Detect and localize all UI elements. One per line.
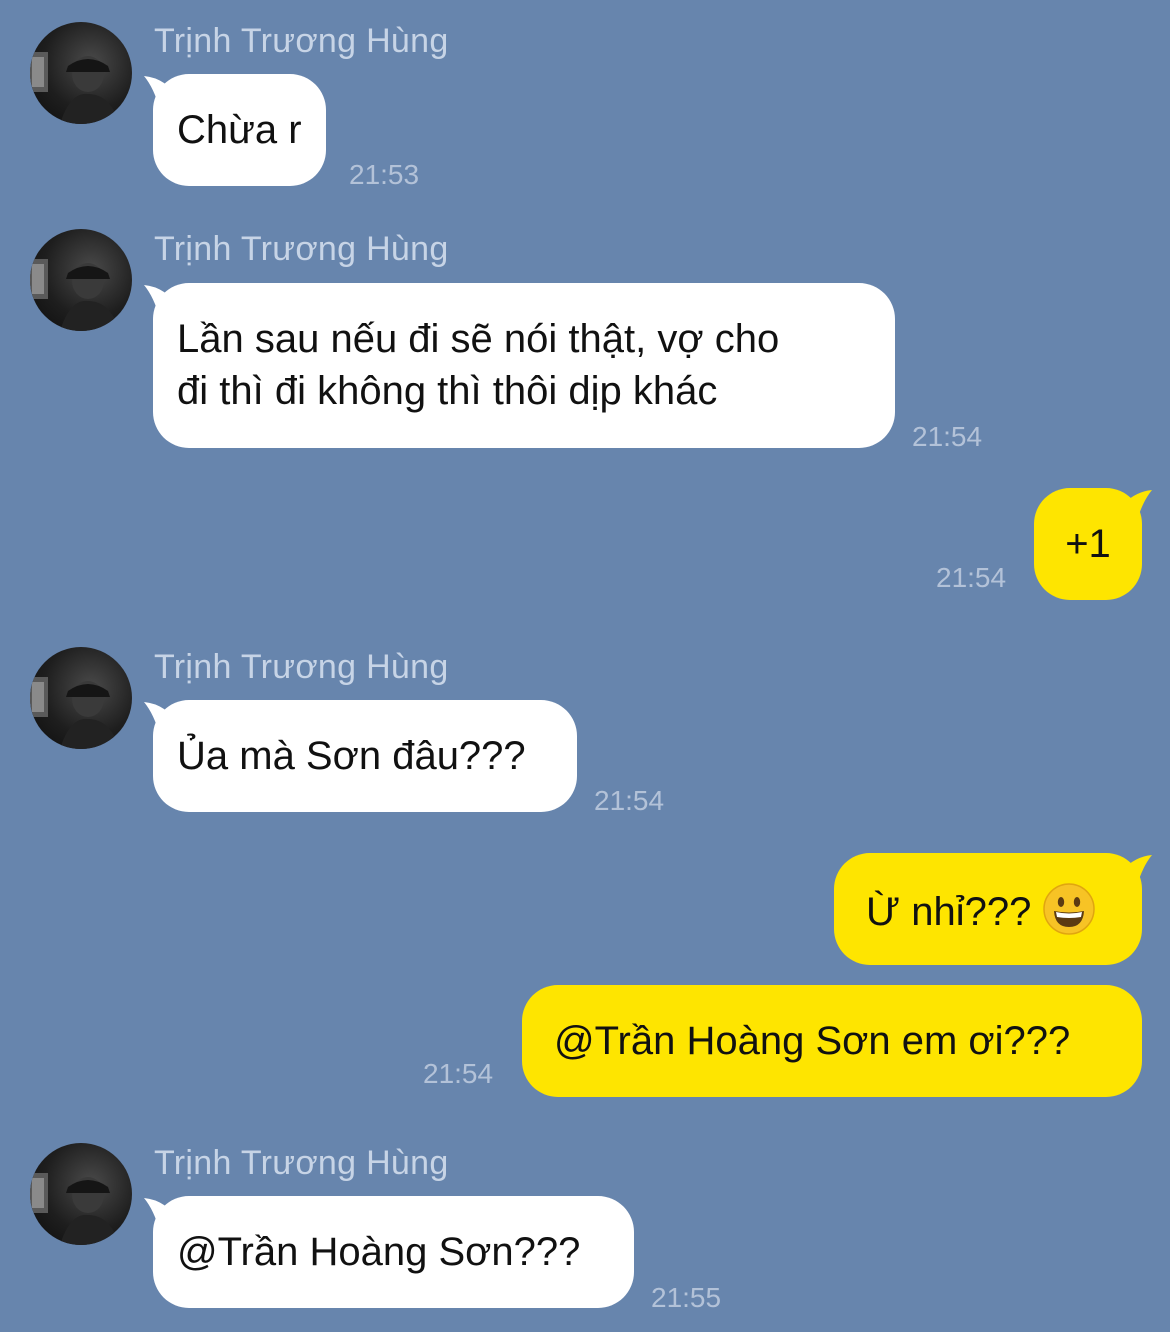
sender-avatar[interactable]	[30, 22, 132, 124]
message-text: Ừ nhỉ???	[866, 890, 1032, 934]
avatar-photo-icon	[30, 259, 120, 331]
message-text: @Trần Hoàng Sơn???	[177, 1230, 581, 1274]
sender-avatar[interactable]	[30, 229, 132, 331]
message-timestamp: 21:54	[912, 421, 983, 452]
outgoing-message-bubble[interactable]: @Trần Hoàng Sơn em ơi???	[522, 985, 1142, 1097]
message-timestamp: 21:53	[349, 159, 420, 190]
message-text: Ủa mà Sơn đâu???	[177, 734, 526, 778]
message-timestamp: 21:54	[936, 562, 1007, 593]
grinning-face-emoji-icon	[1043, 883, 1096, 935]
avatar-photo-icon	[30, 52, 120, 124]
sender-name: Trịnh Trương Hùng	[154, 648, 449, 686]
incoming-message-bubble[interactable]: Lần sau nếu đi sẽ nói thật, vợ cho đi th…	[153, 283, 895, 448]
avatar-photo-icon	[30, 677, 120, 749]
message-text-line: đi thì đi không thì thôi dịp khác	[177, 369, 718, 413]
incoming-message-bubble[interactable]: Chừa r	[153, 74, 326, 186]
avatar-photo-icon	[30, 1173, 120, 1245]
outgoing-bubble-tail	[1112, 490, 1152, 524]
outgoing-message-bubble[interactable]: Ừ nhỉ???	[834, 853, 1142, 965]
message-timestamp: 21:54	[423, 1058, 494, 1089]
outgoing-bubble-tail	[1112, 855, 1152, 889]
message-timestamp: 21:55	[651, 1282, 722, 1313]
sender-name: Trịnh Trương Hùng	[154, 1144, 449, 1182]
incoming-message-bubble[interactable]: @Trần Hoàng Sơn???	[153, 1196, 634, 1308]
message-text: +1	[1065, 522, 1111, 566]
message-text: @Trần Hoàng Sơn em ơi???	[554, 1019, 1071, 1063]
sender-name: Trịnh Trương Hùng	[154, 230, 449, 268]
sender-avatar[interactable]	[30, 647, 132, 749]
message-timestamp: 21:54	[594, 785, 665, 816]
message-text-line: Lần sau nếu đi sẽ nói thật, vợ cho	[177, 317, 780, 361]
message-text: Chừa r	[177, 108, 302, 152]
sender-name: Trịnh Trương Hùng	[154, 22, 449, 60]
incoming-message-bubble[interactable]: Ủa mà Sơn đâu???	[153, 700, 577, 812]
sender-avatar[interactable]	[30, 1143, 132, 1245]
